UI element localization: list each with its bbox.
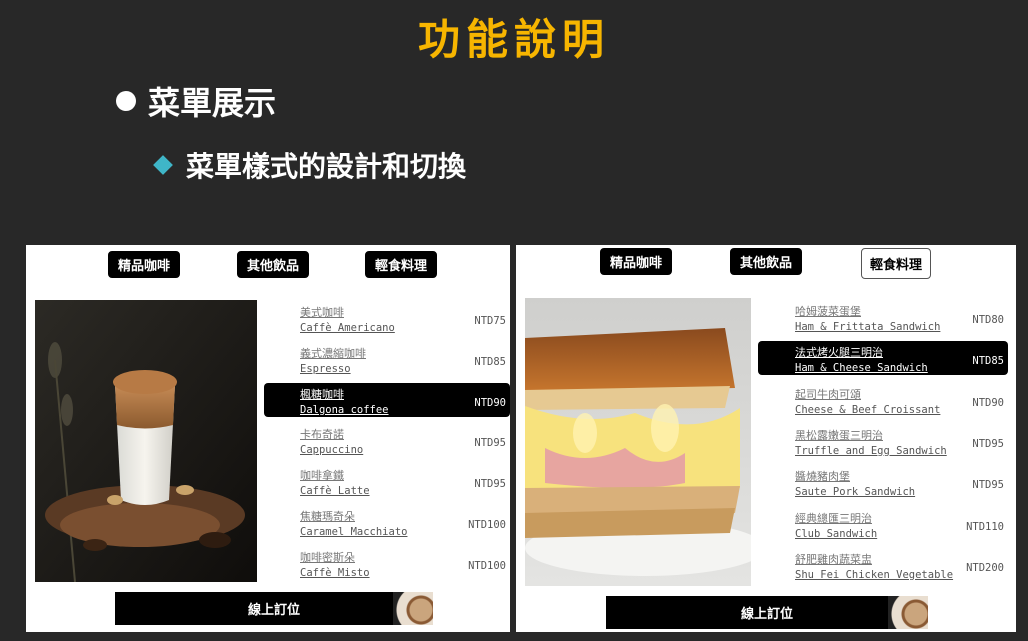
menu-item[interactable]: 經典總匯三明治 Club Sandwich NTD110	[758, 507, 1008, 541]
menu-screenshot-light-meals: 精品咖啡 其他飲品 輕食料理 哈姆菠菜蛋堡 Ham & Frittata San…	[516, 245, 1016, 632]
menu-item-price: NTD95	[972, 437, 1004, 450]
menu-item-price: NTD90	[474, 396, 506, 409]
menu-item[interactable]: 楓糖咖啡 Dalgona coffee NTD90	[264, 382, 510, 417]
tab-light-meals[interactable]: 輕食料理	[861, 248, 932, 279]
sub-bullet-menu-style: 菜單樣式的設計和切換	[152, 145, 466, 185]
menu-item[interactable]: 美式咖啡 Caffè Americano NTD75	[264, 301, 510, 335]
sub-bullet-text: 菜單樣式的設計和切換	[186, 150, 467, 183]
tab-other-drinks[interactable]: 其他飲品	[730, 248, 803, 275]
slide-title: 功能說明	[417, 15, 610, 64]
menu-item-price: NTD95	[474, 478, 506, 491]
diamond-bullet-icon	[153, 155, 173, 175]
tab-other-drinks[interactable]: 其他飲品	[237, 251, 310, 278]
menu-item-price: NTD90	[972, 396, 1004, 409]
menu-item[interactable]: 舒肥雞肉蔬菜盅 Shu Fei Chicken Vegetable NTD200	[758, 548, 1008, 582]
menu-item-price: NTD85	[474, 355, 506, 368]
bullet-dot-icon	[116, 91, 136, 111]
tab-light-meals[interactable]: 輕食料理	[365, 251, 438, 278]
menu-item[interactable]: 起司牛肉可頌 Cheese & Beef Croissant NTD90	[758, 383, 1008, 417]
dalgona-coffee-photo	[35, 300, 257, 582]
bullet-text: 菜單展示	[148, 84, 277, 122]
menu-item[interactable]: 焦糖瑪奇朵 Caramel Macchiato NTD100	[264, 505, 510, 539]
menu-item[interactable]: 法式烤火腿三明治 Ham & Cheese Sandwich NTD85	[758, 341, 1008, 376]
menu-item-price: NTD80	[972, 314, 1004, 326]
tab-premium-coffee[interactable]: 精品咖啡	[600, 248, 673, 275]
online-reservation-button[interactable]: 線上訂位	[115, 592, 433, 625]
menu-item-price: NTD100	[468, 559, 506, 572]
menu-item[interactable]: 義式濃縮咖啡 Espresso NTD85	[264, 342, 510, 376]
bullet-menu-display: 菜單展示	[116, 78, 276, 124]
menu-item-price: NTD100	[468, 519, 506, 531]
menu-item-price: NTD200	[966, 561, 1004, 574]
online-reservation-label: 線上訂位	[740, 607, 793, 622]
croque-monsieur-photo	[525, 298, 751, 586]
coffee-cup-icon	[888, 596, 928, 629]
menu-item[interactable]: 哈姆菠菜蛋堡 Ham & Frittata Sandwich NTD80	[758, 300, 1008, 334]
menu-item[interactable]: 黑松露嫩蛋三明治 Truffle and Egg Sandwich NTD95	[758, 424, 1008, 458]
menu-item[interactable]: 卡布奇諾 Cappuccino NTD95	[264, 423, 510, 457]
online-reservation-button[interactable]: 線上訂位	[606, 596, 928, 629]
coffee-cup-icon	[393, 592, 433, 625]
menu-item-price: NTD95	[474, 437, 506, 450]
online-reservation-label: 線上訂位	[247, 603, 300, 618]
menu-item-price: NTD110	[966, 520, 1004, 533]
tab-premium-coffee[interactable]: 精品咖啡	[108, 251, 181, 278]
menu-item-price: NTD95	[972, 479, 1004, 492]
menu-item-price: NTD75	[474, 315, 506, 327]
menu-item[interactable]: 咖啡密斯朵 Caffè Misto NTD100	[264, 546, 510, 580]
menu-screenshot-coffee: 精品咖啡 其他飲品 輕食料理 美式咖啡 Caffè Americano NTD7…	[26, 245, 510, 632]
menu-item[interactable]: 醬燒豬肉堡 Saute Pork Sandwich NTD95	[758, 465, 1008, 499]
menu-item-price: NTD85	[972, 355, 1004, 368]
menu-item[interactable]: 咖啡拿鐵 Caffè Latte NTD95	[264, 464, 510, 498]
